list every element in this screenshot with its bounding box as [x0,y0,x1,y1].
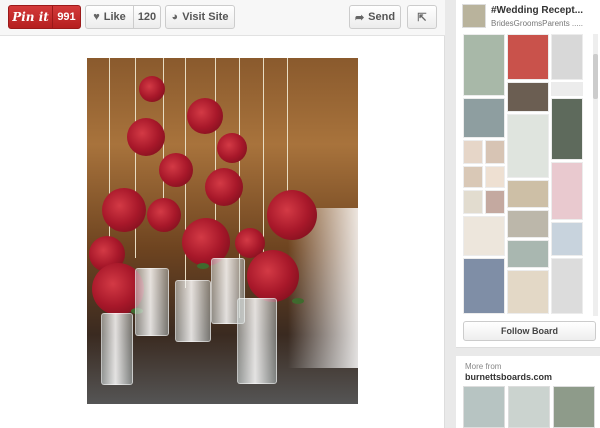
rose [247,250,299,302]
rose [102,188,146,232]
board-pin-thumb[interactable] [507,34,549,80]
board-owner-avatar[interactable] [462,4,486,28]
sidebar: #Wedding Recept... BridesGroomsParents .… [456,0,600,428]
glass-bottle [101,313,133,385]
board-header[interactable]: #Wedding Recept... BridesGroomsParents .… [462,4,596,30]
board-pin-thumb[interactable] [507,180,549,208]
board-pin-thumb[interactable] [551,222,583,256]
board-pin-thumb[interactable] [551,34,583,80]
board-pin-thumb[interactable] [463,216,505,256]
board-scrollbar[interactable] [593,34,598,316]
board-pin-thumb[interactable] [551,258,583,314]
share-icon: ⇱ [417,11,427,24]
visit-site-label: Visit Site [182,11,229,23]
send-button[interactable]: ➦ Send [349,5,401,29]
board-pin-thumb[interactable] [463,140,483,164]
more-from-label: More from [465,362,502,371]
board-pin-thumb[interactable] [507,210,549,238]
pin-it-button[interactable]: Pin it 991 [8,5,81,29]
board-pin-grid [463,34,589,316]
board-pin-thumb[interactable] [507,82,549,112]
rose [147,198,181,232]
more-from-source[interactable]: burnettsboards.com [465,372,552,382]
visit-site-button[interactable]: ◕ Visit Site [165,5,235,29]
leaf [197,263,209,269]
rose [217,133,247,163]
like-count: 120 [137,11,157,23]
board-pin-thumb[interactable] [463,258,505,314]
board-pin-thumb[interactable] [551,82,583,96]
more-from-card: More from burnettsboards.com [456,356,600,428]
heart-icon: ♥ [93,11,100,23]
board-title[interactable]: #Wedding Recept... [491,5,591,16]
pin-count: 991 [57,11,76,23]
board-pin-thumb[interactable] [551,162,583,220]
board-pin-thumb[interactable] [507,270,549,314]
twine-string [215,58,216,238]
like-label-wrap: ♥ Like [86,6,134,28]
like-label: Like [103,11,126,23]
rose [205,168,243,206]
board-pin-thumb[interactable] [507,114,549,178]
board-pin-thumb[interactable] [485,140,505,164]
more-pin-thumb[interactable] [553,386,595,428]
board-pin-thumb[interactable] [463,166,483,188]
leaf [292,298,304,304]
glass-bottle [135,268,169,336]
board-pin-thumb[interactable] [463,34,505,96]
share-button[interactable]: ⇱ [407,5,437,29]
pin-action-toolbar: Pin it 991 ♥ Like 120 ◕ Visit Site ➦ Sen… [0,0,445,36]
pin-closeup-panel: Pin it 991 ♥ Like 120 ◕ Visit Site ➦ Sen… [0,0,445,428]
glass-bottle [175,280,211,342]
like-button[interactable]: ♥ Like 120 [85,5,161,29]
board-pin-thumb[interactable] [551,98,583,160]
more-pin-thumb[interactable] [463,386,505,428]
send-arrow-icon: ➦ [354,11,365,24]
follow-board-button[interactable]: Follow Board [463,321,596,341]
twine-string [263,58,264,258]
board-pin-thumb[interactable] [463,190,483,214]
board-card: #Wedding Recept... BridesGroomsParents .… [456,0,600,348]
board-pin-thumb[interactable] [485,190,505,214]
more-pin-thumb[interactable] [508,386,550,428]
board-owner[interactable]: BridesGroomsParents ..... [491,19,596,28]
rose [267,190,317,240]
board-pin-thumb[interactable] [485,166,505,188]
pin-it-label: Pin it [9,6,53,28]
rose [139,76,165,102]
glass-bottle [237,298,277,384]
rose [159,153,193,187]
globe-icon: ◕ [171,11,179,23]
board-pin-thumb[interactable] [507,240,549,268]
pin-image[interactable] [87,58,358,404]
rose [127,118,165,156]
rose [187,98,223,134]
board-pin-thumb[interactable] [463,98,505,138]
scrollbar-thumb[interactable] [593,54,598,99]
send-label: Send [368,11,396,23]
